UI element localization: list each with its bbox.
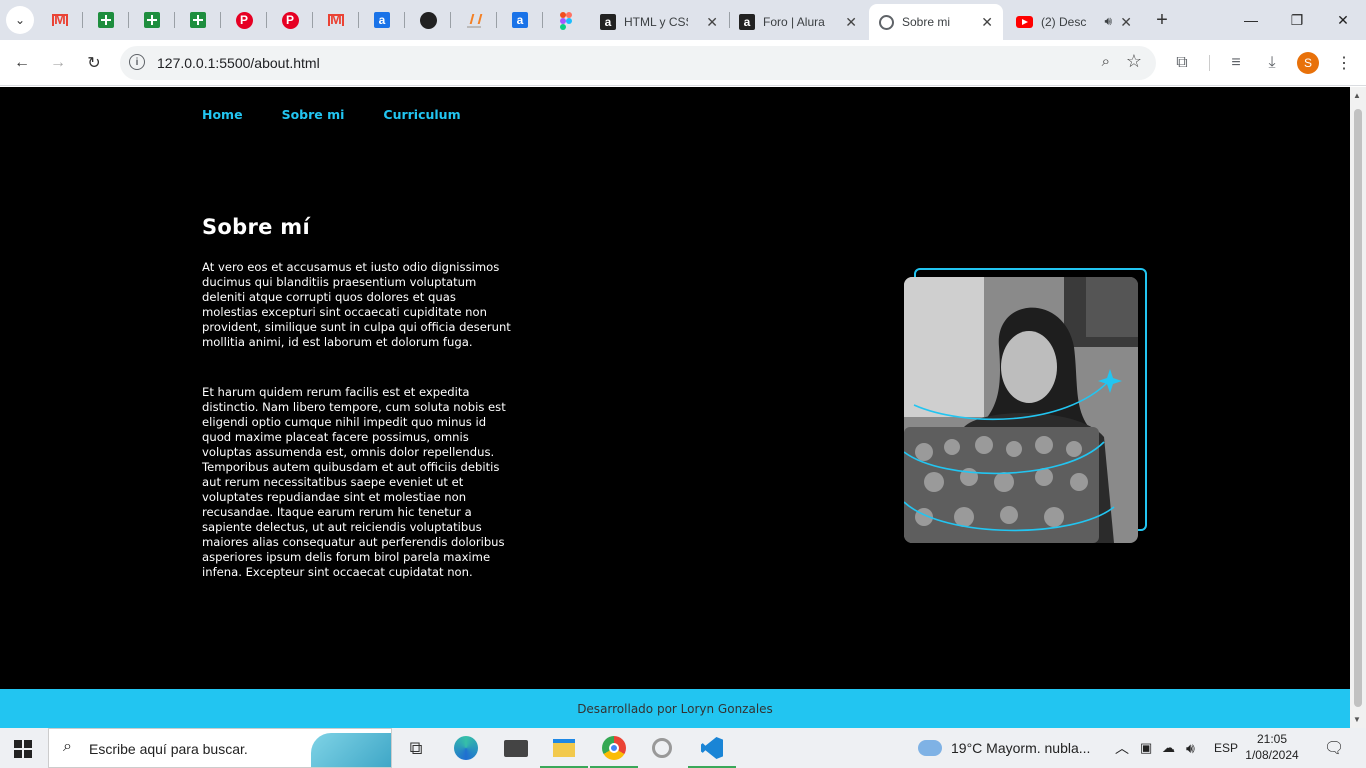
- tab-search-button[interactable]: ⌄: [6, 6, 34, 34]
- vscode-icon[interactable]: [688, 728, 736, 768]
- tab-title: (2) Desc: [1041, 15, 1087, 29]
- minimize-button[interactable]: —: [1236, 6, 1266, 34]
- edge-icon[interactable]: [442, 728, 490, 768]
- sheets-icon[interactable]: [140, 8, 164, 32]
- weather-widget[interactable]: 19°C Mayorm. nubla...: [918, 728, 1090, 768]
- reload-button[interactable]: ↻: [80, 49, 108, 77]
- weather-text: 19°C Mayorm. nubla...: [951, 740, 1091, 756]
- nav-link-home[interactable]: Home: [202, 107, 243, 122]
- about-paragraph-2: Et harum quidem rerum facilis est et exp…: [202, 385, 506, 579]
- tab-title: Foro | Alura L: [763, 15, 827, 29]
- language-indicator[interactable]: ESP: [1214, 728, 1238, 768]
- close-icon[interactable]: ✕: [1120, 14, 1132, 31]
- gmail-icon[interactable]: [324, 8, 348, 32]
- tab-title: HTML y CSS:: [624, 15, 688, 29]
- back-button[interactable]: ←: [8, 49, 36, 77]
- windows-start-icon[interactable]: [14, 740, 32, 758]
- downloads-icon[interactable]: ⤓: [1258, 49, 1286, 77]
- youtube-icon: [1016, 16, 1033, 28]
- search-placeholder: Escribe aquí para buscar.: [89, 741, 248, 757]
- task-view-icon[interactable]: ⧉: [392, 728, 440, 768]
- search-highlight-image: [311, 733, 391, 767]
- tab-youtube[interactable]: (2) Desc 🔊︎ ✕: [1006, 4, 1142, 40]
- scroll-down-icon[interactable]: ▼: [1353, 715, 1361, 724]
- mail-icon[interactable]: [492, 728, 540, 768]
- tab-foro-alura[interactable]: a Foro | Alura L ✕: [729, 4, 867, 40]
- tab-title: Sobre mi: [902, 15, 951, 29]
- close-icon[interactable]: ✕: [981, 14, 993, 31]
- taskbar-search[interactable]: ⌕ Escribe aquí para buscar.: [48, 728, 392, 768]
- close-window-button[interactable]: ✕: [1328, 6, 1358, 34]
- stackoverflow-icon[interactable]: [462, 8, 486, 32]
- extensions-icon[interactable]: ⧉: [1168, 49, 1196, 77]
- page-viewport: Home Sobre mi Curriculum Sobre mí At ver…: [0, 87, 1350, 728]
- sheets-icon[interactable]: [94, 8, 118, 32]
- media-controls-icon[interactable]: ≡: [1222, 49, 1250, 77]
- alura-icon: a: [600, 14, 616, 30]
- app-icon[interactable]: [638, 728, 686, 768]
- meet-now-icon[interactable]: ▣: [1140, 728, 1152, 768]
- page-title: Sobre mí: [202, 215, 310, 239]
- avatar[interactable]: S: [1297, 52, 1319, 74]
- url-text[interactable]: 127.0.0.1:5500/about.html: [157, 55, 320, 71]
- taskbar-clock[interactable]: 21:05 1/08/2024: [1242, 731, 1302, 763]
- nav-link-curriculum[interactable]: Curriculum: [383, 107, 460, 122]
- pinterest-icon[interactable]: P: [232, 8, 256, 32]
- tab-html-css[interactable]: a HTML y CSS: ✕: [590, 4, 728, 40]
- onedrive-icon[interactable]: ☁: [1162, 728, 1175, 768]
- windows-taskbar: ⌕ Escribe aquí para buscar. ⧉ 19°C Mayor…: [0, 728, 1366, 768]
- bookmark-star-icon[interactable]: ☆: [1126, 51, 1142, 72]
- new-tab-button[interactable]: +: [1150, 8, 1174, 32]
- pinterest-icon[interactable]: P: [278, 8, 302, 32]
- gmail-icon[interactable]: [48, 8, 72, 32]
- site-nav: Home Sobre mi Curriculum: [202, 107, 500, 122]
- figma-icon[interactable]: [554, 8, 578, 32]
- file-explorer-icon[interactable]: [540, 728, 588, 768]
- close-icon[interactable]: ✕: [845, 14, 857, 31]
- restore-button[interactable]: ❐: [1282, 6, 1312, 34]
- forward-button[interactable]: →: [44, 49, 72, 77]
- clock-time: 21:05: [1256, 732, 1288, 746]
- tab-sobre-mi[interactable]: Sobre mi ✕: [869, 4, 1003, 40]
- search-icon: ⌕: [63, 738, 72, 755]
- close-icon[interactable]: ✕: [706, 14, 718, 31]
- notifications-icon[interactable]: 🗨︎: [1324, 728, 1344, 768]
- alura-icon: a: [739, 14, 755, 30]
- cloud-sun-icon: [918, 740, 942, 756]
- chevron-up-icon[interactable]: ︿: [1115, 728, 1129, 768]
- footer-credit: Desarrollado por Loryn Gonzales: [577, 701, 773, 716]
- page-scrollbar[interactable]: ▲ ▼: [1350, 87, 1366, 728]
- scrollbar-thumb[interactable]: [1354, 109, 1362, 707]
- zoom-icon[interactable]: ⌕: [1102, 53, 1110, 70]
- chrome-icon[interactable]: [590, 728, 638, 768]
- clock-date: 1/08/2024: [1245, 748, 1299, 762]
- browser-toolbar: ← → ↻ i 127.0.0.1:5500/about.html ⌕ ☆ ⧉ …: [0, 40, 1366, 86]
- menu-icon[interactable]: ⋮: [1330, 49, 1358, 77]
- github-icon[interactable]: [416, 8, 440, 32]
- sheets-icon[interactable]: [186, 8, 210, 32]
- nav-link-sobre-mi[interactable]: Sobre mi: [282, 107, 345, 122]
- address-bar[interactable]: i 127.0.0.1:5500/about.html ⌕ ☆: [120, 46, 1156, 80]
- globe-icon: [879, 14, 894, 30]
- scroll-up-icon[interactable]: ▲: [1353, 91, 1361, 100]
- about-paragraph-1: At vero eos et accusamus et iusto odio d…: [202, 260, 511, 349]
- speaker-icon[interactable]: 🔊︎: [1104, 14, 1112, 29]
- alura-icon[interactable]: a: [370, 8, 394, 32]
- site-footer: Desarrollado por Loryn Gonzales: [0, 689, 1350, 728]
- volume-icon[interactable]: 🔊︎: [1186, 728, 1195, 768]
- site-info-icon[interactable]: i: [129, 54, 145, 70]
- profile-photo: [904, 277, 1138, 543]
- browser-tabstrip: ⌄ P P a a a HTML y CSS: ✕ a Foro | Alura…: [0, 0, 1366, 40]
- alura-icon[interactable]: a: [508, 8, 532, 32]
